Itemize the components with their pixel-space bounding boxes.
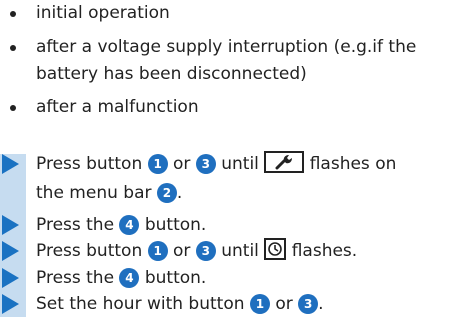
button-3-badge: 3 (298, 294, 319, 314)
bullet-dot-icon (10, 45, 16, 51)
step-text: or (275, 294, 293, 314)
button-4-badge: 4 (119, 215, 140, 235)
button-1-badge: 1 (147, 154, 168, 174)
button-4-badge: 4 (119, 268, 140, 288)
step-arrow-icon (2, 241, 19, 261)
bullet-dot-icon (10, 11, 16, 17)
step-text: until (221, 241, 259, 261)
step-text: flashes on (309, 154, 397, 174)
instruction-step-1: Press button 1 or 3 until flashes on the… (2, 150, 452, 208)
clock-icon (264, 238, 287, 260)
instruction-side-band (0, 154, 26, 317)
instruction-step-2: Press the 4 button. (2, 211, 452, 240)
bullet-item: initial operation (10, 0, 446, 27)
step-text: Press button (36, 154, 143, 174)
step-text-continued: the menu bar (36, 183, 152, 203)
step-text: flashes. (291, 241, 358, 261)
bullet-text: after a malfunction (36, 97, 199, 117)
button-1-badge: 1 (249, 294, 270, 314)
step-text: Press button (36, 241, 143, 261)
bullet-text-continued: battery has been disconnected) (36, 64, 307, 84)
step-text: or (173, 154, 191, 174)
instruction-step-3: Press button 1 or 3 until flashes. (2, 237, 452, 266)
bullet-dot-icon (10, 105, 16, 111)
step-text: button. (144, 215, 207, 235)
button-3-badge: 3 (195, 241, 216, 261)
step-arrow-icon (2, 294, 19, 314)
instruction-step-4: Press the 4 button. (2, 264, 452, 293)
bullet-item: after a voltage supply interruption (e.g… (10, 34, 446, 88)
step-text: Press the (36, 268, 115, 288)
step-arrow-icon (2, 154, 19, 174)
bullet-item: after a malfunction (10, 94, 446, 121)
instruction-step-5: Set the hour with button 1 or 3. (2, 290, 452, 319)
step-text: button. (144, 268, 207, 288)
wrench-icon (264, 151, 305, 173)
button-3-badge: 3 (195, 154, 216, 174)
step-arrow-icon (2, 268, 19, 288)
step-text: Press the (36, 215, 115, 235)
button-2-badge: 2 (156, 183, 177, 203)
button-1-badge: 1 (147, 241, 168, 261)
step-text: Set the hour with button (36, 294, 245, 314)
bullet-text: after a voltage supply interruption (e.g… (36, 37, 417, 57)
step-text: or (173, 241, 191, 261)
step-text: until (221, 154, 259, 174)
step-arrow-icon (2, 215, 19, 235)
bullet-text: initial operation (36, 3, 170, 23)
